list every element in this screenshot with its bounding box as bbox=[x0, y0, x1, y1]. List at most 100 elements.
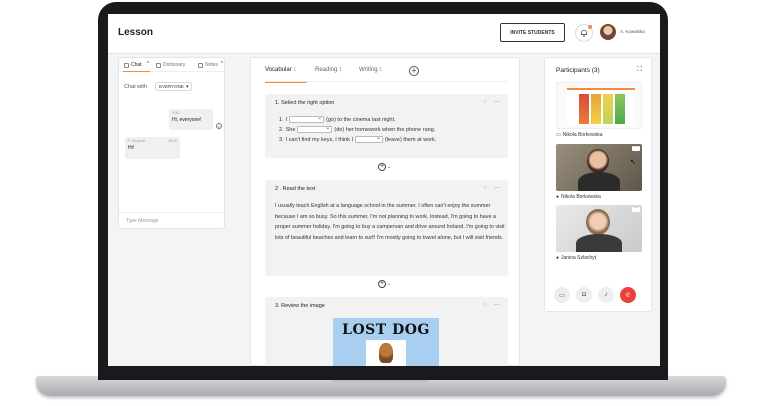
participant-body bbox=[578, 172, 620, 191]
shared-chart-image bbox=[567, 88, 635, 126]
answer-select[interactable] bbox=[354, 134, 383, 143]
fullscreen-icon[interactable]: ⛶ bbox=[637, 66, 642, 74]
read-check-icon: ✓ bbox=[216, 123, 222, 129]
tab-count: 1 bbox=[339, 67, 342, 73]
notes-icon bbox=[198, 62, 203, 68]
tab-notes[interactable]: Notes bbox=[198, 62, 218, 68]
message-time: 15:32 bbox=[168, 139, 177, 143]
participants-title: Participants (3) bbox=[556, 67, 600, 74]
exercise-line: 1. I (go) to the cinema last night. bbox=[279, 114, 396, 123]
add-exercise-button[interactable]: + ⌄ bbox=[378, 163, 391, 171]
participant-video-tile[interactable]: ··· ↖ bbox=[556, 144, 642, 191]
microphone-icon: ● bbox=[556, 194, 560, 200]
answer-select[interactable] bbox=[297, 124, 333, 133]
audience-select[interactable]: EVERYONE ▾ bbox=[155, 82, 193, 91]
page-title: Lesson bbox=[118, 27, 154, 38]
top-bar: Lesson INVITE STUDENTS A. Kowalska bbox=[108, 14, 660, 54]
participant-tile[interactable] bbox=[556, 82, 642, 129]
tab-label: Reading bbox=[315, 67, 338, 73]
line-text: I bbox=[285, 116, 288, 123]
hide-icon[interactable]: ◌ bbox=[483, 302, 487, 308]
hide-icon[interactable]: ◌ bbox=[483, 185, 487, 191]
participant-video-tile[interactable]: ··· bbox=[556, 205, 642, 252]
microphone-button[interactable]: ♪ bbox=[598, 287, 614, 303]
chat-unread-dot bbox=[147, 61, 149, 63]
dictionary-icon bbox=[156, 62, 161, 68]
tab-dictionary-label: Dictionary bbox=[163, 62, 186, 68]
screen-share-icon: ▭ bbox=[559, 292, 565, 299]
lost-dog-poster-image: LOST DOG bbox=[333, 318, 439, 366]
active-tab-underline bbox=[123, 71, 150, 73]
participant-name-text: Nikola Borkowska bbox=[561, 194, 601, 200]
notifications-button[interactable] bbox=[575, 24, 593, 42]
tabs-divider bbox=[265, 81, 507, 82]
more-options-icon[interactable]: ··· bbox=[494, 302, 500, 308]
chevron-down-icon: ⌄ bbox=[387, 164, 392, 170]
tab-label: Vocabular bbox=[265, 67, 292, 73]
tab-writing[interactable]: Writing 1 bbox=[359, 67, 382, 73]
participants-panel: Participants (3) ⛶ ▭ Nikola Borkowska ··… bbox=[544, 57, 652, 312]
chat-message: YOU Hi, everyone! bbox=[169, 109, 213, 130]
poster-title: LOST DOG bbox=[342, 322, 430, 338]
dog-image bbox=[379, 343, 393, 363]
chat-panel: Chat Dictionary Notes Chat with EVERYONE… bbox=[118, 57, 225, 229]
more-options-icon[interactable]: ··· bbox=[632, 145, 640, 151]
camera-icon: ◘ bbox=[582, 292, 586, 298]
bell-icon bbox=[581, 29, 587, 37]
line-number: 2. bbox=[279, 126, 284, 133]
tab-count: 1 bbox=[379, 67, 383, 73]
more-options-icon[interactable]: ··· bbox=[494, 99, 500, 105]
exercise-title: 2 . Read the text bbox=[275, 186, 316, 192]
tab-vocabular[interactable]: Vocabular 1 bbox=[265, 67, 296, 73]
participant-name: ● Janina Szlachyt bbox=[556, 255, 596, 261]
notification-dot bbox=[588, 25, 592, 29]
answer-select[interactable] bbox=[289, 114, 325, 123]
more-options-icon[interactable]: ··· bbox=[494, 185, 500, 191]
camera-button[interactable]: ◘ bbox=[576, 287, 592, 303]
hide-icon[interactable]: ◌ bbox=[483, 99, 487, 105]
participant-name: ▭ Nikola Borkowska bbox=[556, 132, 602, 138]
tab-chat-label: Chat bbox=[131, 62, 142, 68]
participant-face bbox=[587, 149, 609, 173]
screen-share-button[interactable]: ▭ bbox=[554, 287, 570, 303]
chat-with-label: Chat with bbox=[124, 84, 147, 90]
chat-icon bbox=[124, 62, 129, 68]
tab-reading[interactable]: Reading 1 bbox=[315, 67, 342, 73]
plus-icon: + bbox=[378, 280, 386, 288]
tab-count: 1 bbox=[293, 67, 297, 73]
line-number: 3. bbox=[279, 136, 284, 143]
exercise-card-select: 1. Select the right option ◌ ··· 1. I (g… bbox=[265, 94, 508, 158]
invite-students-button[interactable]: INVITE STUDENTS bbox=[500, 23, 565, 42]
participant-face bbox=[586, 209, 610, 235]
chevron-down-icon: ▾ bbox=[185, 83, 189, 90]
exercise-title: 1. Select the right option bbox=[275, 100, 335, 106]
user-name[interactable]: A. Kowalska bbox=[620, 29, 645, 34]
add-tab-button[interactable]: + bbox=[409, 66, 419, 76]
line-text: (do) her homework when the phone rang. bbox=[334, 126, 436, 133]
end-call-button[interactable]: ✆ bbox=[620, 287, 636, 303]
line-number: 1. bbox=[279, 116, 284, 123]
exercise-card-image: 3. Review the image ◌ ··· LOST DOG bbox=[265, 297, 508, 366]
dog-photo bbox=[366, 340, 406, 366]
plus-icon: + bbox=[378, 163, 386, 171]
message-input[interactable]: Type Message bbox=[119, 212, 224, 228]
participant-name-text: Janina Szlachyt bbox=[561, 255, 597, 261]
call-controls: ▭ ◘ ♪ ✆ bbox=[554, 287, 636, 303]
message-author: YOU bbox=[172, 111, 180, 115]
audience-value: EVERYONE bbox=[159, 84, 184, 89]
exercise-title: 3. Review the image bbox=[275, 303, 325, 309]
cursor-icon: ↖ bbox=[630, 159, 636, 166]
microphone-icon: ● bbox=[556, 255, 560, 261]
message-text: Hi! bbox=[128, 145, 135, 151]
reading-text: I usually teach English at a language sc… bbox=[275, 203, 505, 241]
app-screen: Lesson INVITE STUDENTS A. Kowalska Chat … bbox=[108, 14, 660, 366]
more-options-icon[interactable]: ··· bbox=[632, 206, 640, 212]
notes-unread-dot bbox=[221, 61, 223, 63]
tab-dictionary[interactable]: Dictionary bbox=[156, 62, 185, 68]
chat-tabs: Chat Dictionary Notes bbox=[119, 58, 224, 73]
user-avatar[interactable] bbox=[600, 24, 616, 40]
add-exercise-button[interactable]: + ⌄ bbox=[378, 280, 391, 288]
exercise-card-read: 2 . Read the text ◌ ··· I usually teach … bbox=[265, 180, 508, 276]
tab-chat[interactable]: Chat bbox=[124, 62, 142, 68]
phone-icon: ✆ bbox=[625, 292, 631, 299]
